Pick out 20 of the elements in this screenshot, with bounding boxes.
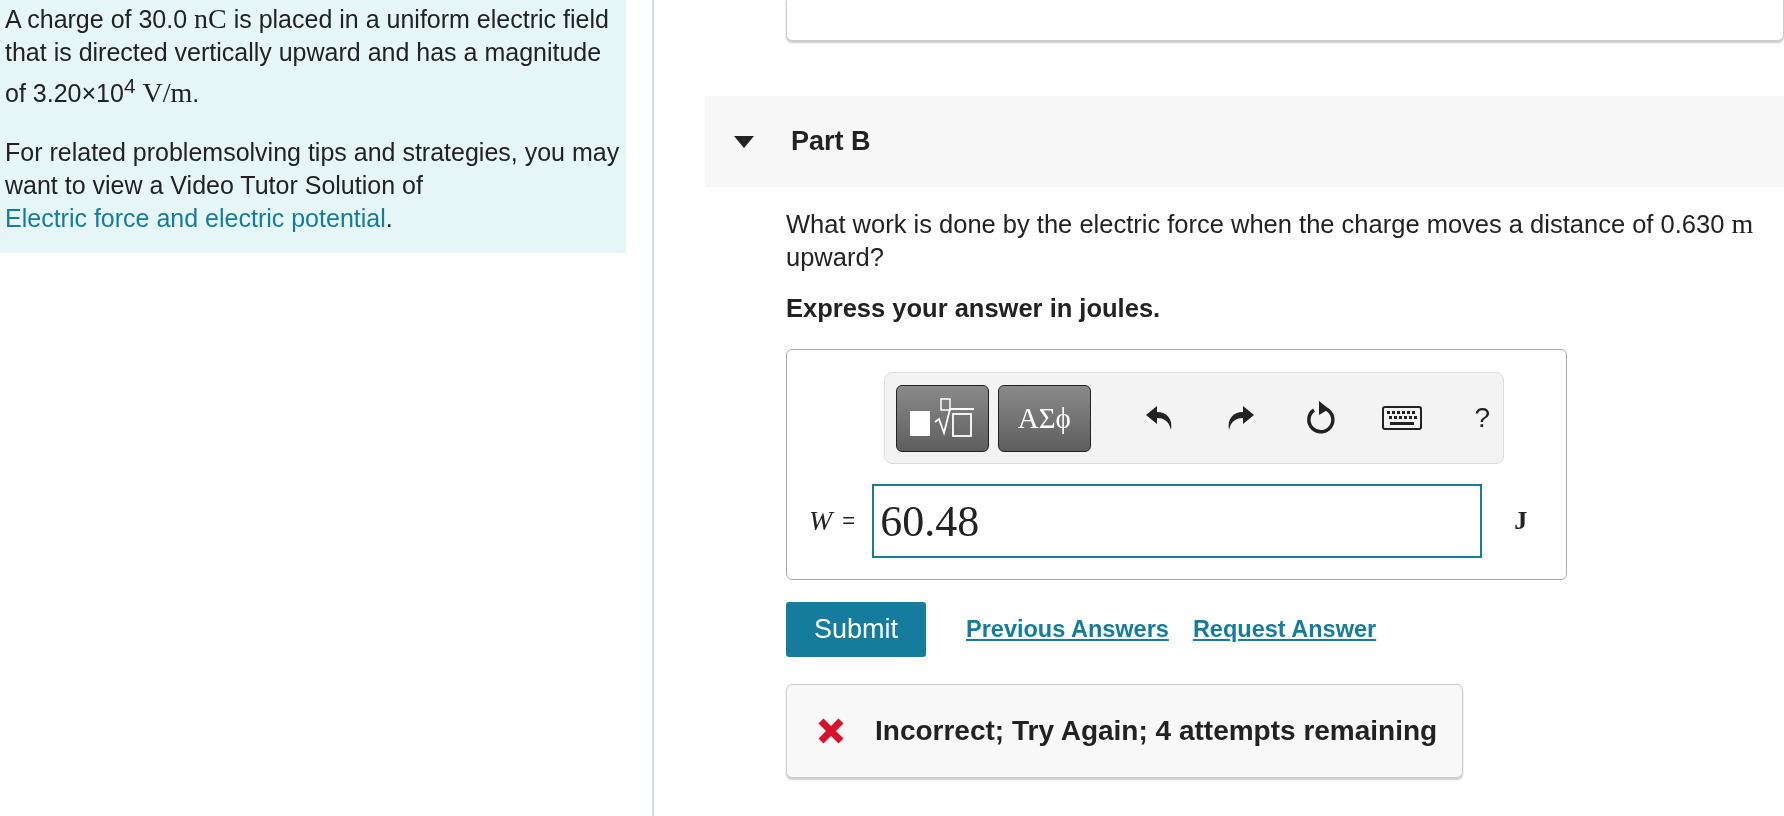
collapse-icon[interactable]: [734, 135, 754, 148]
unit-label: J: [1514, 506, 1528, 536]
feedback-message: Incorrect; Try Again; 4 attempts remaining: [875, 715, 1438, 747]
symbols-button[interactable]: ΑΣϕ: [997, 384, 1091, 452]
part-title: Part B: [791, 126, 871, 157]
answer-link[interactable]: Request Answer: [1192, 616, 1377, 643]
help-button[interactable]: ?: [1461, 396, 1504, 440]
problem-statement: A charge of 30.0 nC is placed in a uniform electric field that is directed vertically upward and has a magnitude of 3.20×10$^{4}$ V/m.: [5, 2, 610, 111]
tip-text: For related problemsolving tips and strategies, you may want to view a Video Tutor Solution of Electric force and electric potential.: [5, 137, 620, 235]
answer-field[interactable]: 60.48: [872, 484, 1483, 558]
keyboard-icon: [1381, 406, 1422, 430]
question-text: What work is done by the electric force when the charge moves a distance of 0.630 m upward?: [786, 207, 1755, 273]
instruction-text: Express your answer in joules.: [786, 294, 1162, 323]
templates-button[interactable]: [896, 384, 989, 452]
answer-link[interactable]: Previous Answers: [966, 616, 1169, 643]
submit-button[interactable]: Submit: [786, 602, 926, 657]
tutor-link[interactable]: Electric force and electric potential: [5, 204, 386, 233]
part-header[interactable]: Part B: [705, 96, 1784, 187]
equals-sign: =: [842, 508, 857, 534]
variable-label: W: [809, 505, 833, 537]
